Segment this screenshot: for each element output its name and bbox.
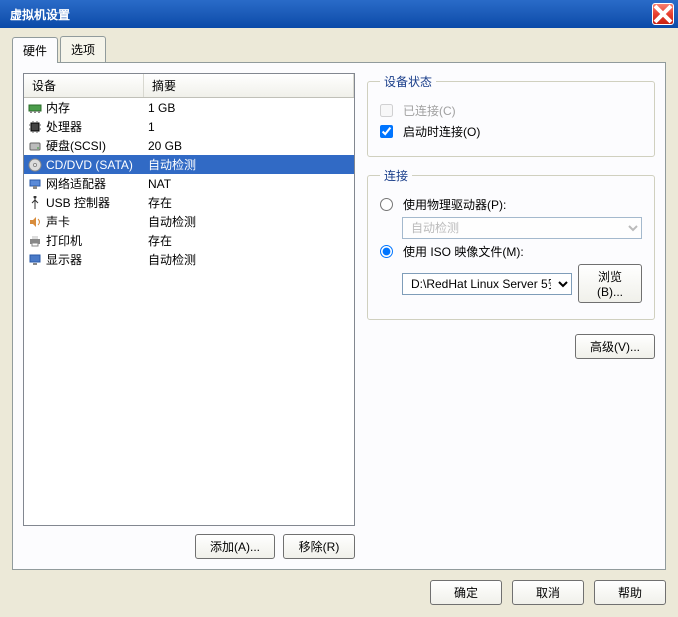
advanced-button[interactable]: 高级(V)... — [575, 334, 655, 359]
device-summary: 自动检测 — [144, 213, 354, 230]
poweron-row: 启动时连接(O) — [380, 123, 642, 140]
use-physical-radio[interactable] — [380, 198, 393, 211]
cd-icon — [26, 158, 44, 172]
usb-icon — [26, 196, 44, 210]
device-status-group: 设备状态 已连接(C) 启动时连接(O) — [367, 73, 655, 157]
ok-button[interactable]: 确定 — [430, 580, 502, 605]
device-name: 显示器 — [46, 251, 144, 268]
display-icon — [26, 253, 44, 267]
use-iso-radio[interactable] — [380, 245, 393, 258]
help-button[interactable]: 帮助 — [594, 580, 666, 605]
hardware-list-panel: 设备 摘要 内存 1 GB 处理器 1 硬盘(SCSI) 20 GB — [23, 73, 355, 559]
close-button[interactable] — [652, 3, 674, 25]
device-name: 处理器 — [46, 118, 144, 135]
dialog-body: 硬件 选项 设备 摘要 内存 1 GB 处理器 1 — [0, 28, 678, 617]
device-name: 硬盘(SCSI) — [46, 137, 144, 154]
titlebar: 虚拟机设置 — [0, 0, 678, 28]
tab-bar: 硬件 选项 — [12, 36, 666, 62]
tab-content: 设备 摘要 内存 1 GB 处理器 1 硬盘(SCSI) 20 GB — [12, 62, 666, 570]
device-name: CD/DVD (SATA) — [46, 158, 144, 172]
connected-row: 已连接(C) — [380, 102, 642, 119]
device-summary: 存在 — [144, 194, 354, 211]
device-name: 打印机 — [46, 232, 144, 249]
header-device: 设备 — [24, 74, 144, 97]
physical-radio-row: 使用物理驱动器(P): — [380, 196, 642, 213]
table-row[interactable]: 网络适配器 NAT — [24, 174, 354, 193]
cpu-icon — [26, 120, 44, 134]
device-summary: 1 — [144, 120, 354, 134]
table-row[interactable]: 内存 1 GB — [24, 98, 354, 117]
table-row[interactable]: 打印机 存在 — [24, 231, 354, 250]
use-physical-label: 使用物理驱动器(P): — [403, 196, 506, 213]
cancel-button[interactable]: 取消 — [512, 580, 584, 605]
device-table: 设备 摘要 内存 1 GB 处理器 1 硬盘(SCSI) 20 GB — [23, 73, 355, 526]
device-name: 内存 — [46, 99, 144, 116]
device-summary: NAT — [144, 177, 354, 191]
network-icon — [26, 177, 44, 191]
printer-icon — [26, 234, 44, 248]
device-name: 网络适配器 — [46, 175, 144, 192]
device-name: 声卡 — [46, 213, 144, 230]
device-settings-panel: 设备状态 已连接(C) 启动时连接(O) 连接 使用物理驱动器(P): — [367, 73, 655, 559]
device-summary: 自动检测 — [144, 251, 354, 268]
browse-button[interactable]: 浏览(B)... — [578, 264, 642, 303]
connected-label: 已连接(C) — [403, 102, 456, 119]
device-name: USB 控制器 — [46, 194, 144, 211]
device-summary: 20 GB — [144, 139, 354, 153]
tab-hardware[interactable]: 硬件 — [12, 37, 58, 63]
disk-icon — [26, 139, 44, 153]
connection-group: 连接 使用物理驱动器(P): 自动检测 使用 ISO 映像文件(M): — [367, 167, 655, 320]
iso-path-select[interactable]: D:\RedHat Linux Server 5安 — [402, 273, 572, 295]
connect-at-poweron-checkbox[interactable] — [380, 125, 393, 138]
table-row[interactable]: 处理器 1 — [24, 117, 354, 136]
connect-at-poweron-label: 启动时连接(O) — [403, 123, 480, 140]
table-row[interactable]: 硬盘(SCSI) 20 GB — [24, 136, 354, 155]
iso-radio-row: 使用 ISO 映像文件(M): — [380, 243, 642, 260]
device-summary: 1 GB — [144, 101, 354, 115]
advanced-row: 高级(V)... — [367, 334, 655, 359]
physical-select-row: 自动检测 — [402, 217, 642, 239]
window-title: 虚拟机设置 — [4, 6, 652, 23]
remove-button[interactable]: 移除(R) — [283, 534, 355, 559]
group-title-status: 设备状态 — [380, 73, 436, 90]
tab-options[interactable]: 选项 — [60, 36, 106, 62]
memory-icon — [26, 101, 44, 115]
add-button[interactable]: 添加(A)... — [195, 534, 275, 559]
device-buttons: 添加(A)... 移除(R) — [23, 534, 355, 559]
group-title-connection: 连接 — [380, 167, 412, 184]
header-summary: 摘要 — [144, 74, 354, 97]
table-header: 设备 摘要 — [24, 74, 354, 98]
sound-icon — [26, 215, 44, 229]
table-row[interactable]: USB 控制器 存在 — [24, 193, 354, 212]
physical-drive-select: 自动检测 — [402, 217, 642, 239]
dialog-buttons: 确定 取消 帮助 — [12, 570, 666, 609]
use-iso-label: 使用 ISO 映像文件(M): — [403, 243, 524, 260]
table-row[interactable]: 显示器 自动检测 — [24, 250, 354, 269]
table-row[interactable]: 声卡 自动检测 — [24, 212, 354, 231]
device-summary: 自动检测 — [144, 156, 354, 173]
iso-select-row: D:\RedHat Linux Server 5安 浏览(B)... — [402, 264, 642, 303]
table-row[interactable]: CD/DVD (SATA) 自动检测 — [24, 155, 354, 174]
connected-checkbox — [380, 104, 393, 117]
device-summary: 存在 — [144, 232, 354, 249]
